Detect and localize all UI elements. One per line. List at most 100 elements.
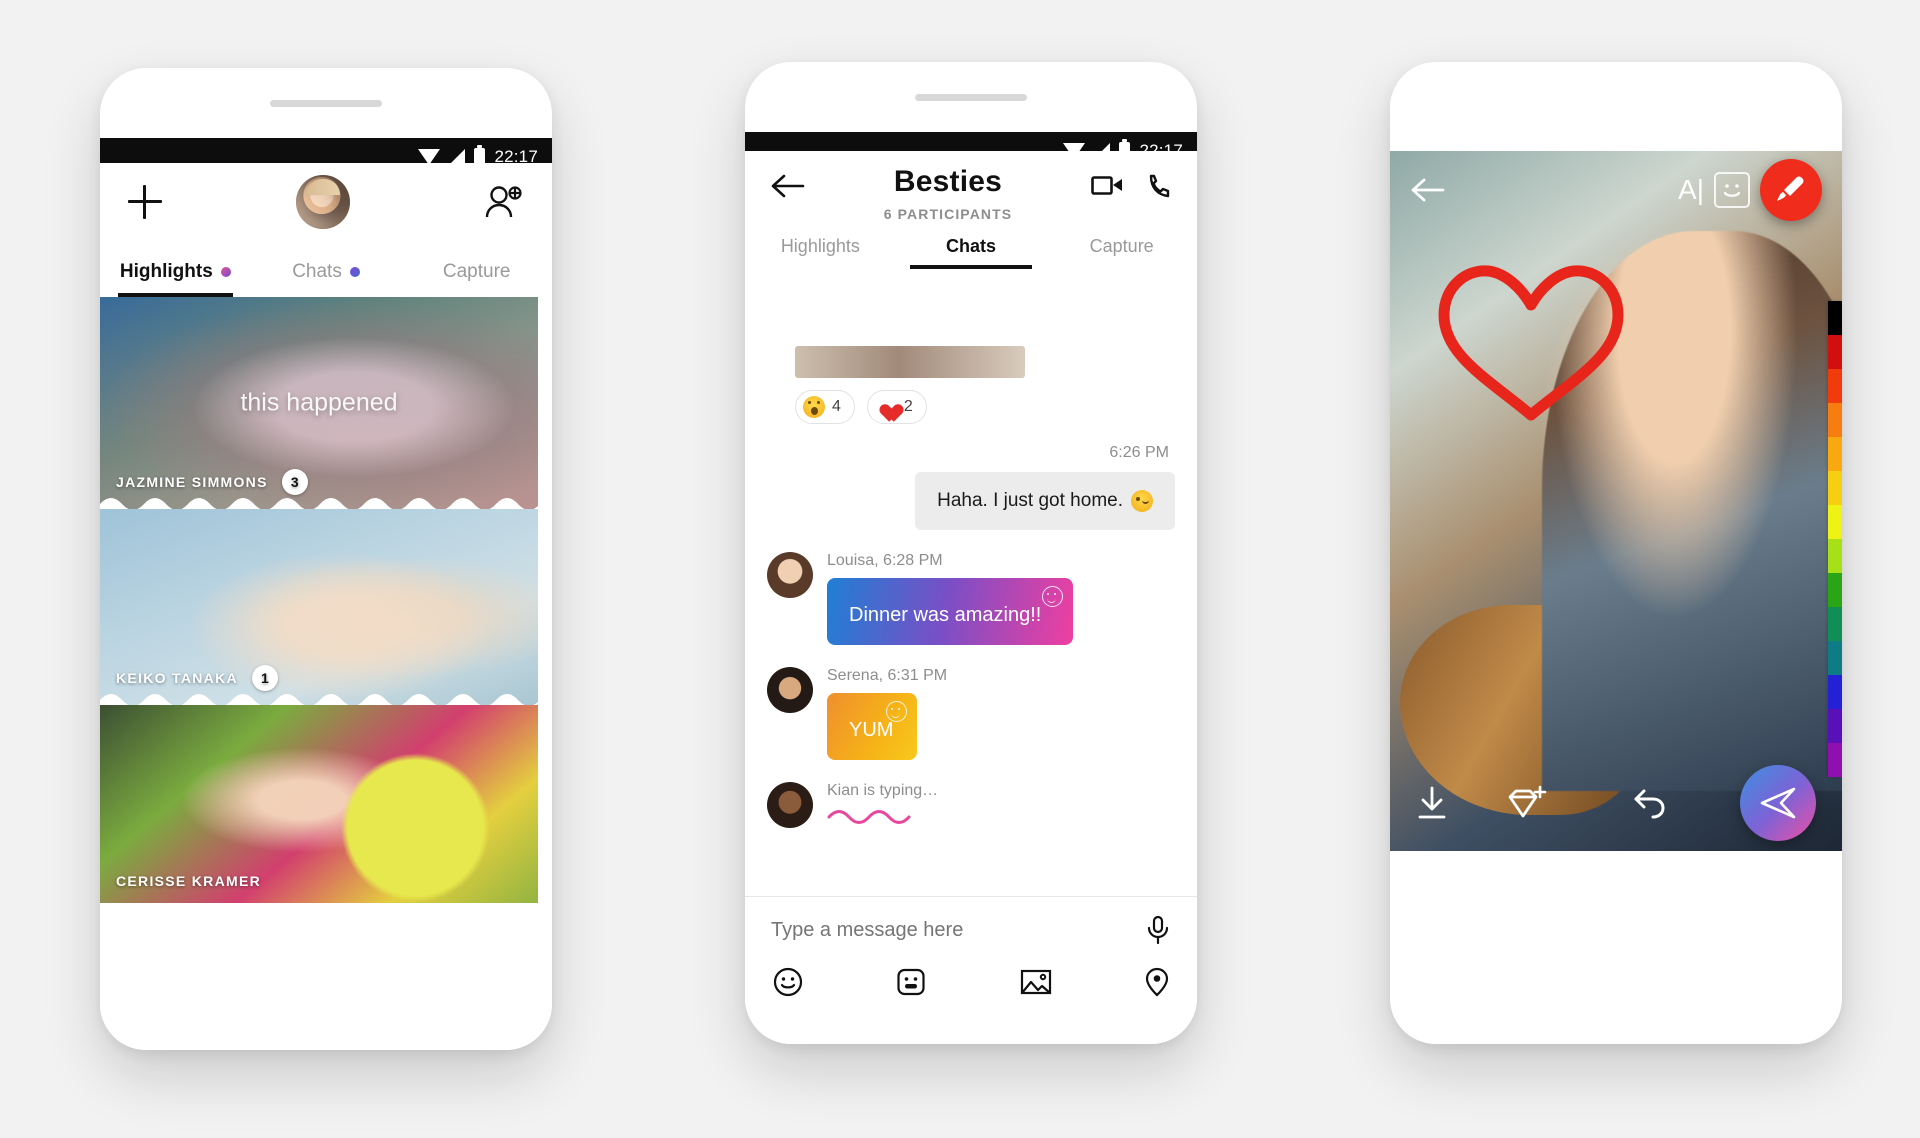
avatar [767,782,813,828]
avatar[interactable] [767,667,813,713]
text-tool-button[interactable]: A| [1678,174,1704,206]
react-smiley-icon[interactable] [886,701,907,722]
composer-input-row [771,897,1171,963]
message-text: YUM [849,719,894,741]
status-badge: 1 [251,665,278,691]
palette-swatch[interactable] [1828,505,1842,539]
phone-call-icon[interactable] [1147,173,1171,199]
palette-swatch[interactable] [1828,335,1842,369]
palette-swatch[interactable] [1828,641,1842,675]
editor-top-toolbar: A| [1390,151,1842,229]
plus-icon[interactable] [128,185,162,219]
highlights-list: this happened JAZMINE SIMMONS 3 KEIKO TA… [100,297,538,1050]
incoming-message-serena: Serena, 6:31 PM YUM [767,667,1175,760]
microphone-icon[interactable] [1145,915,1171,945]
phone-2-screen: Besties 6 PARTICIPANTS Highlights Chats … [745,151,1197,1044]
add-friend-icon[interactable] [484,184,524,220]
download-icon[interactable] [1416,786,1448,820]
participants-count: 6 PARTICIPANTS [883,206,1013,222]
palette-swatch[interactable] [1828,369,1842,403]
heart-emoji-icon [875,397,897,417]
typing-text: Kian is typing… [827,782,939,799]
emoji-icon[interactable] [773,967,803,997]
phone-3-screen: A| [1390,62,1842,1044]
palette-swatch[interactable] [1828,675,1842,709]
tab-chats-badge-dot [349,267,360,277]
palette-swatch[interactable] [1828,403,1842,437]
sticker-icon[interactable] [1714,172,1750,208]
text-tool-label: A [1678,174,1697,205]
chat-app-bar: Besties 6 PARTICIPANTS [745,151,1197,222]
reaction-count: 2 [903,398,913,415]
photo-message-peek[interactable] [795,346,1025,378]
undo-icon[interactable] [1632,787,1668,819]
send-icon[interactable] [1740,765,1816,841]
chat-actions [1091,173,1171,199]
palette-swatch[interactable] [1828,573,1842,607]
message-bubble[interactable]: YUM [827,693,917,760]
message-meta: Serena, 6:31 PM [827,667,948,684]
avatar[interactable] [296,175,350,229]
phone-speaker-grill [270,100,382,107]
brush-icon[interactable] [1760,159,1822,221]
highlight-card-cerisse[interactable]: CERISSE KRAMER [100,705,538,903]
composer-actions-row [771,963,1171,997]
typing-wave-icon [827,810,911,824]
avatar[interactable] [767,552,813,598]
wink-emoji-icon [1131,490,1153,512]
tab-highlights-badge-dot [220,267,231,277]
tab-highlights[interactable]: Highlights [745,236,896,269]
message-body: Serena, 6:31 PM YUM [827,667,1175,760]
palette-swatch[interactable] [1828,709,1842,743]
video-call-icon[interactable] [1091,173,1125,199]
phone-1-screen: Highlights Chats Capture this happened J… [100,163,552,1050]
highlight-caption: this happened [240,388,398,417]
palette-swatch[interactable] [1828,301,1842,335]
message-text: Dinner was amazing!! [849,604,1042,626]
highlight-card-keiko[interactable]: KEIKO TANAKA 1 [100,509,538,705]
palette-swatch[interactable] [1828,437,1842,471]
back-arrow-icon[interactable] [771,173,805,201]
status-badge: 3 [281,469,308,495]
highlight-name-row: JAZMINE SIMMONS 3 [116,469,308,495]
color-palette[interactable] [1828,301,1842,777]
add-gem-icon[interactable] [1506,785,1548,821]
phone-3-editor: 22:17 [1390,62,1842,1044]
back-arrow-icon[interactable] [1410,176,1446,204]
message-bubble[interactable]: Dinner was amazing!! [827,578,1073,645]
gallery-icon[interactable] [1020,968,1052,996]
location-icon[interactable] [1145,967,1169,997]
message-text: Haha. I just got home. [937,490,1123,511]
palette-swatch[interactable] [1828,539,1842,573]
tab-chats[interactable]: Chats [251,261,402,297]
palette-swatch[interactable] [1828,471,1842,505]
wow-emoji-icon [803,396,825,418]
tab-chats-label: Chats [292,261,342,282]
message-composer [745,896,1197,1044]
message-input[interactable] [771,918,1145,942]
tab-capture[interactable]: Capture [401,261,552,297]
highlight-card-jazmine[interactable]: this happened JAZMINE SIMMONS 3 [100,297,538,509]
incoming-message-louisa: Louisa, 6:28 PM Dinner was amazing!! [767,552,1175,645]
message-thread[interactable]: 4 2 6:26 PM Haha. I just got home. Louis… [745,346,1197,896]
reaction-bar: 4 2 [795,390,1175,424]
phone-speaker-grill [915,94,1027,101]
tab-highlights[interactable]: Highlights [100,261,251,297]
reaction-wow[interactable]: 4 [795,390,855,424]
tab-capture[interactable]: Capture [1046,236,1197,269]
sticker-icon[interactable] [896,967,926,997]
palette-swatch[interactable] [1828,607,1842,641]
editor-bottom-toolbar [1390,755,1842,851]
phone-1-app-bar [100,163,552,241]
react-smiley-icon[interactable] [1042,586,1063,607]
typing-body: Kian is typing… [827,782,1175,828]
message-body: Louisa, 6:28 PM Dinner was amazing!! [827,552,1175,645]
reaction-heart[interactable]: 2 [866,390,927,424]
chat-title-block: Besties 6 PARTICIPANTS [805,165,1091,222]
outgoing-message-bubble[interactable]: Haha. I just got home. [915,472,1175,530]
photo-canvas[interactable] [1390,151,1842,851]
reaction-count: 4 [832,398,841,415]
tab-chats[interactable]: Chats [896,236,1047,269]
page-title: Besties [893,165,1003,198]
highlight-name: JAZMINE SIMMONS [116,474,268,490]
